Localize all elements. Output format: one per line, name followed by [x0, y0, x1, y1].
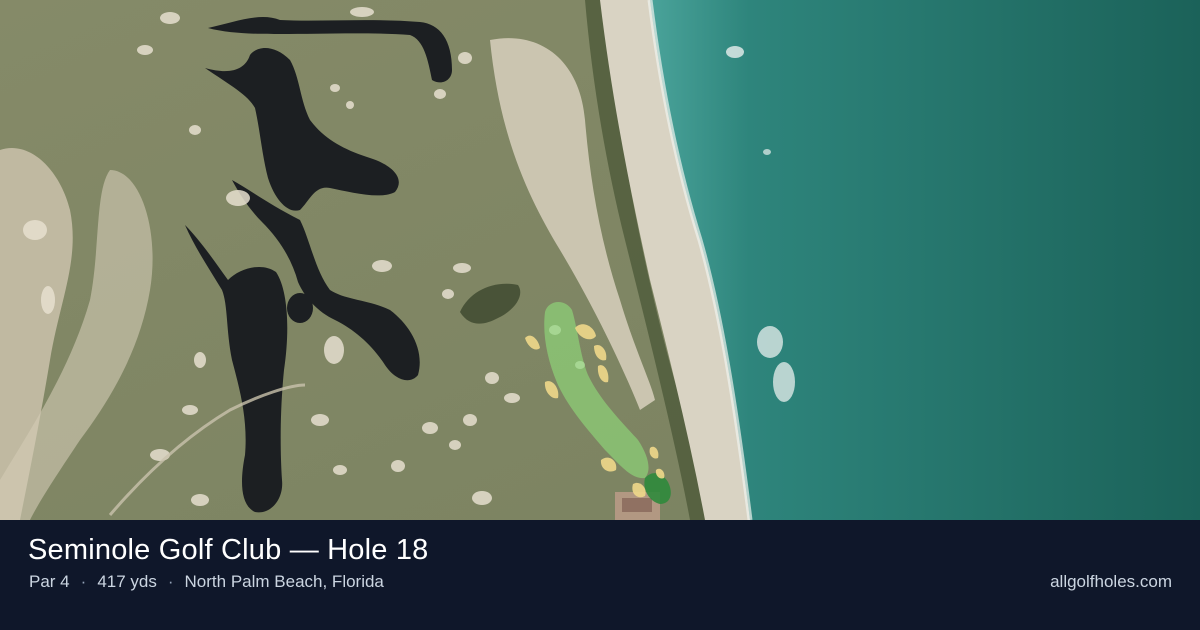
par-label: Par 4 [29, 572, 70, 591]
whitecap [757, 326, 783, 358]
whitecap [773, 362, 795, 402]
fairway-detail [575, 361, 585, 369]
site-name: allgolfholes.com [1050, 572, 1172, 591]
yardage-label: 417 yds [97, 572, 157, 591]
aerial-map [0, 0, 1200, 520]
meta-separator: · [80, 572, 87, 591]
location-label: North Palm Beach, Florida [184, 572, 384, 591]
whitecap [763, 149, 771, 155]
whitecap [726, 46, 744, 58]
hole-title: Seminole Golf Club — Hole 18 [28, 534, 429, 566]
hole-card: Seminole Golf Club — Hole 18 Par 4 · 417 y… [0, 0, 1200, 630]
aerial-map-svg [0, 0, 1200, 520]
clubhouse-roof [622, 498, 652, 512]
meta-separator: · [167, 572, 174, 591]
pond-small [287, 293, 313, 323]
fairway-detail [549, 325, 561, 335]
hole-meta: Par 4 · 417 yds · North Palm Beach, Florida [29, 572, 384, 592]
info-bar: Seminole Golf Club — Hole 18 Par 4 · 417 y… [0, 520, 1200, 630]
